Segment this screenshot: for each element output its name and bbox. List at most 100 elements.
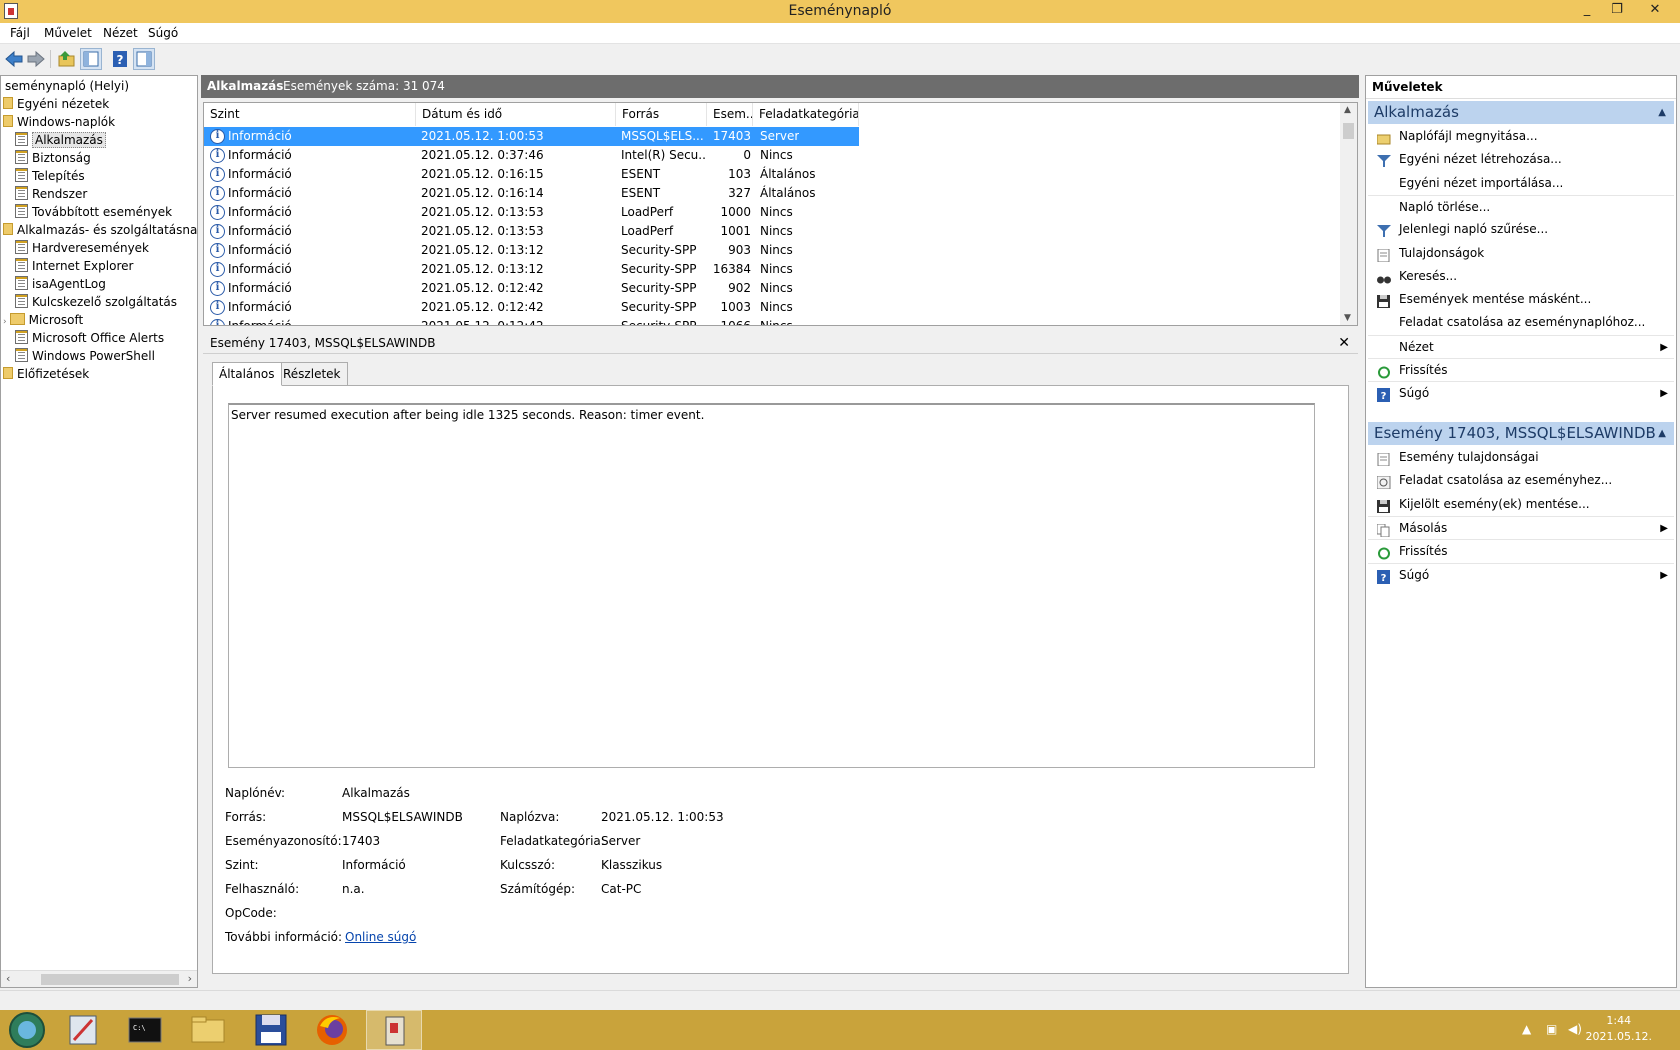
back-icon[interactable]	[3, 48, 25, 70]
tree-app-service-logs[interactable]: Alkalmazás- és szolgáltatásnaplók	[3, 222, 197, 239]
show-hide-action-pane-icon[interactable]	[133, 48, 155, 70]
menu-action[interactable]: Művelet	[44, 26, 92, 40]
taskbar-app-event-viewer[interactable]	[366, 1010, 422, 1050]
action-frissítés[interactable]: Frissítés	[1368, 358, 1674, 381]
action-nézet[interactable]: Nézet ▶	[1368, 334, 1674, 358]
scroll-right-icon[interactable]: ›	[188, 972, 192, 985]
event-row[interactable]: i Információ 2021.05.12. 0:16:15 ESENT 103 Ál…	[204, 165, 859, 184]
scrollbar-thumb[interactable]	[1343, 123, 1354, 139]
tree-root[interactable]: seménynapló (Helyi)	[3, 78, 131, 95]
action-tulajdonságok[interactable]: Tulajdonságok	[1368, 242, 1674, 265]
maximize-button[interactable]: ❐	[1604, 1, 1630, 21]
event-row[interactable]: i Információ 2021.05.12. 0:16:14 ESENT 327 Ál…	[204, 184, 859, 203]
column-event-id[interactable]: Esem...	[707, 103, 753, 126]
event-row[interactable]: i Információ 2021.05.12. 0:13:53 LoadPerf 10…	[204, 222, 859, 241]
tree-item-powershell[interactable]: Windows PowerShell	[15, 348, 155, 365]
online-help-link[interactable]: Online súgó	[345, 930, 416, 944]
tree-item-isaagentlog[interactable]: isaAgentLog	[15, 276, 106, 293]
info-icon: i	[210, 262, 225, 277]
menu-help[interactable]: Súgó	[148, 26, 178, 40]
show-hidden-icons[interactable]: ▲	[1522, 1022, 1531, 1036]
tree-item-office-alerts[interactable]: Microsoft Office Alerts	[15, 330, 164, 347]
start-orb-icon[interactable]	[0, 1010, 56, 1050]
event-row[interactable]: i Információ 2021.05.12. 0:37:46 Intel(R) S…	[204, 146, 859, 165]
action-súgó[interactable]: ? Súgó ▶	[1368, 381, 1674, 404]
column-date-time[interactable]: Dátum és idő	[416, 103, 616, 126]
taskbar-clock[interactable]: 1:44 2021.05.12.	[1586, 1013, 1652, 1045]
tree-item-security[interactable]: Biztonság	[15, 150, 91, 167]
volume-icon[interactable]: ◀)	[1568, 1022, 1582, 1036]
taskbar-app-admin-tools[interactable]	[56, 1010, 112, 1050]
action-kijelölt-esemény-ek-mentése[interactable]: Kijelölt esemény(ek) mentése...	[1368, 493, 1674, 516]
cell-task-category: Nincs	[760, 205, 793, 219]
minimize-button[interactable]: _	[1574, 1, 1600, 21]
tree-item-forwarded-events[interactable]: Továbbított események	[15, 204, 172, 221]
collapse-icon[interactable]: ▲	[1658, 101, 1666, 124]
tree-item-microsoft[interactable]: › Microsoft	[3, 312, 83, 329]
column-task-category[interactable]: Feladatkategória	[753, 103, 859, 126]
up-folder-icon[interactable]	[56, 48, 78, 70]
event-row[interactable]: i Információ 2021.05.12. 0:13:12 Security-S…	[204, 260, 859, 279]
forward-icon[interactable]	[25, 48, 47, 70]
tree-item-key-management[interactable]: Kulcskezelő szolgáltatás	[15, 294, 177, 311]
collapse-icon[interactable]: ▲	[1658, 422, 1666, 445]
action-események-mentése-másként[interactable]: Események mentése másként...	[1368, 288, 1674, 311]
event-row[interactable]: i Információ 2021.05.12. 0:13:12 Security-S…	[204, 241, 859, 260]
toolbar-separator	[50, 50, 51, 68]
tree-item-internet-explorer[interactable]: Internet Explorer	[15, 258, 133, 275]
close-icon[interactable]: ✕	[1338, 332, 1350, 354]
action-frissítés[interactable]: Frissítés	[1368, 539, 1674, 562]
tree-item-system[interactable]: Rendszer	[15, 186, 87, 203]
menu-view[interactable]: Nézet	[103, 26, 138, 40]
column-source[interactable]: Forrás	[616, 103, 707, 126]
taskbar-app-command-prompt[interactable]: C:\	[117, 1010, 173, 1050]
action-súgó[interactable]: ? Súgó ▶	[1368, 562, 1674, 586]
action-másolás[interactable]: Másolás ▶	[1368, 515, 1674, 539]
action-feladat-csatolása-az-eseményhez[interactable]: Feladat csatolása az eseményhez...	[1368, 469, 1674, 492]
action-jelenlegi-napló-szűrése[interactable]: Jelenlegi napló szűrése...	[1368, 218, 1674, 241]
network-icon[interactable]: ▣	[1546, 1022, 1557, 1036]
tree-windows-logs[interactable]: Windows-naplók	[3, 114, 115, 131]
action-napló-törlése[interactable]: Napló törlése...	[1368, 194, 1674, 218]
tree-item-application[interactable]: Alkalmazás	[15, 132, 106, 149]
help-icon[interactable]: ?	[109, 48, 131, 70]
section-application[interactable]: Alkalmazás ▲	[1368, 101, 1674, 124]
scroll-up-icon[interactable]: ▲	[1344, 105, 1351, 115]
menu-file[interactable]: Fájl	[10, 26, 30, 40]
scrollbar-thumb[interactable]	[41, 974, 179, 985]
taskbar-app-file-explorer[interactable]	[180, 1010, 236, 1050]
tree-custom-views[interactable]: Egyéni nézetek	[3, 96, 109, 113]
tree-item-hardware-events[interactable]: Hardveresemények	[15, 240, 149, 257]
scroll-left-icon[interactable]: ‹	[6, 972, 10, 985]
log-icon	[15, 348, 28, 362]
event-row[interactable]: i Információ 2021.05.12. 1:00:53 MSSQL$ELS.…	[204, 127, 859, 146]
action-esemény-tulajdonságai[interactable]: Esemény tulajdonságai	[1368, 446, 1674, 469]
action-naplófájl-megnyitása[interactable]: Naplófájl megnyitása...	[1368, 125, 1674, 148]
event-message[interactable]: Server resumed execution after being idl…	[228, 403, 1315, 768]
cell-level: Információ	[228, 167, 292, 181]
scroll-down-icon[interactable]: ▼	[1344, 313, 1351, 323]
action-egyéni-nézet-létrehozása[interactable]: Egyéni nézet létrehozása...	[1368, 148, 1674, 171]
close-button[interactable]: ✕	[1642, 1, 1668, 21]
tree-item-setup[interactable]: Telepítés	[15, 168, 85, 185]
cell-event-id: 903	[728, 243, 751, 257]
tree-horizontal-scrollbar[interactable]: ‹ ›	[1, 970, 197, 987]
taskbar-app-firefox[interactable]	[304, 1010, 360, 1050]
tab-details[interactable]: Részletek	[276, 362, 348, 386]
column-level[interactable]: Szint	[204, 103, 416, 126]
action-feladat-csatolása-az-eseménynaplóhoz[interactable]: Feladat csatolása az eseménynaplóhoz...	[1368, 311, 1674, 334]
event-row[interactable]: i Információ 2021.05.12. 0:12:42 Security-S…	[204, 298, 859, 317]
show-hide-console-tree-icon[interactable]	[80, 48, 102, 70]
event-row[interactable]: i Információ 2021.05.12. 0:12:42 Security-S…	[204, 279, 859, 298]
list-vertical-scrollbar[interactable]: ▲ ▼	[1340, 103, 1357, 325]
taskbar-app-save-floppy[interactable]	[243, 1010, 299, 1050]
expand-chevron-icon[interactable]: ›	[3, 317, 7, 327]
cell-task-category: Nincs	[760, 243, 793, 257]
tab-general[interactable]: Általános	[212, 362, 282, 386]
section-event[interactable]: Esemény 17403, MSSQL$ELSAWINDB ▲	[1368, 422, 1674, 445]
action-egyéni-nézet-importálása[interactable]: Egyéni nézet importálása...	[1368, 172, 1674, 195]
event-row[interactable]: i Információ 2021.05.12. 0:13:53 LoadPerf 10…	[204, 203, 859, 222]
event-row[interactable]: i Információ 2021.05.12. 0:12:42 Security-S…	[204, 317, 859, 325]
tree-subscriptions[interactable]: Előfizetések	[3, 366, 89, 383]
action-keresés[interactable]: Keresés...	[1368, 265, 1674, 288]
